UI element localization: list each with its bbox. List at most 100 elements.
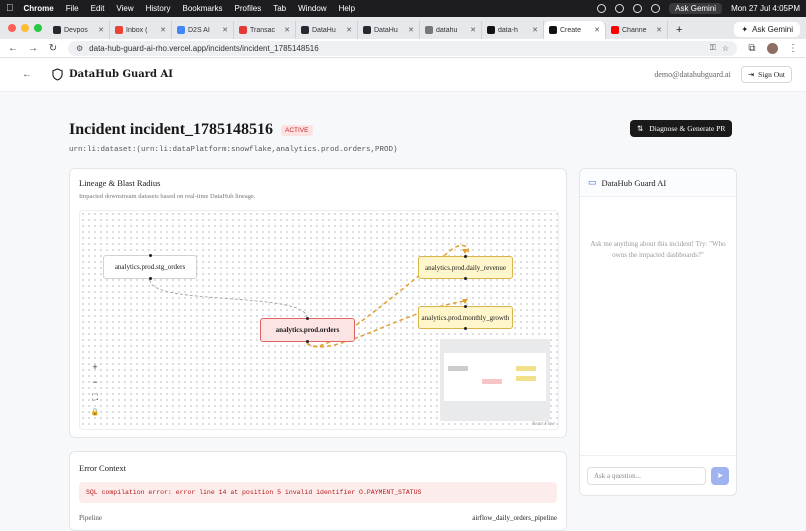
maximize-window-icon[interactable] (34, 24, 42, 32)
browser-tab[interactable]: DataHu ✕ (296, 21, 358, 39)
node-handle[interactable] (464, 255, 467, 258)
close-tab-icon[interactable]: ✕ (594, 26, 600, 34)
favicon-icon (239, 26, 247, 34)
bookmark-star-icon[interactable]: ☆ (722, 44, 729, 53)
node-source[interactable]: analytics.prod.orders (260, 317, 355, 343)
error-message: SQL compilation error: error line 14 at … (79, 482, 557, 503)
close-tab-icon[interactable]: ✕ (222, 26, 228, 34)
browser-tab[interactable]: Devpos ✕ (48, 21, 110, 39)
profile-avatar[interactable] (767, 42, 778, 54)
ask-gemini-menubar[interactable]: Ask Gemini (669, 3, 723, 14)
browser-tab[interactable]: datahu ✕ (420, 21, 482, 39)
node-handle[interactable] (464, 277, 467, 280)
node-upstream[interactable]: analytics.prod.stg_orders (103, 254, 197, 280)
graph-controls: + − ⛶ 🔒 (88, 361, 102, 419)
fit-view-button[interactable]: ⛶ (88, 391, 102, 404)
close-tab-icon[interactable]: ✕ (408, 26, 414, 34)
arrow-revenue-icon (462, 249, 468, 254)
reload-icon[interactable]: ↻ (48, 43, 58, 54)
close-tab-icon[interactable]: ✕ (470, 26, 476, 34)
lineage-graph[interactable]: analytics.prod.stg_orders analytics.prod… (79, 210, 559, 430)
menu-app[interactable]: Chrome (24, 4, 54, 13)
browser-tab[interactable]: Create ✕ (544, 21, 606, 39)
back-arrow-icon[interactable]: ← (22, 69, 32, 80)
favicon-icon (115, 26, 123, 34)
lineage-title: Lineage & Blast Radius (79, 178, 161, 188)
status-icon[interactable] (615, 4, 625, 13)
minimize-window-icon[interactable] (21, 24, 29, 32)
close-window-icon[interactable] (8, 24, 16, 32)
apple-icon[interactable]:  (6, 3, 14, 14)
browser-tab[interactable]: DataHu ✕ (358, 21, 420, 39)
close-tab-icon[interactable]: ✕ (532, 26, 538, 34)
tab-label: datahu (436, 26, 458, 34)
address-bar[interactable]: ⚙ data-hub-guard-ai-rho.vercel.app/incid… (68, 40, 737, 56)
send-button[interactable]: ➤ (711, 466, 729, 485)
node-handle[interactable] (148, 254, 152, 257)
menu-profiles[interactable]: Profiles (235, 4, 262, 13)
minimap-node (516, 376, 536, 381)
extensions-icon[interactable]: ⧉ (747, 43, 757, 54)
more-menu-icon[interactable]: ⋮ (788, 43, 798, 54)
node-handle[interactable] (464, 305, 467, 308)
node-handle[interactable] (306, 317, 309, 320)
node-handle[interactable] (148, 277, 152, 280)
close-tab-icon[interactable]: ✕ (346, 26, 352, 34)
minimap-node (448, 366, 468, 371)
menu-bookmarks[interactable]: Bookmarks (183, 4, 223, 13)
status-icon[interactable] (597, 4, 607, 13)
search-icon[interactable] (651, 4, 661, 13)
node-handle[interactable] (464, 327, 467, 330)
browser-tab[interactable]: data-h ✕ (482, 21, 544, 39)
node-label: analytics.prod.daily_revenue (425, 263, 506, 272)
menu-view[interactable]: View (116, 4, 133, 13)
password-key-icon[interactable]: ⚿ (710, 43, 716, 53)
clock[interactable]: Mon 27 Jul 4:05PM (731, 4, 800, 13)
wifi-icon[interactable] (633, 4, 643, 13)
node-downstream-growth[interactable]: analytics.prod.monthly_growth (418, 305, 513, 330)
edge-stg-to-orders[interactable] (149, 279, 308, 319)
close-tab-icon[interactable]: ✕ (656, 26, 662, 34)
forward-icon[interactable]: → (28, 43, 38, 54)
sparkle-icon: ✦ (741, 25, 749, 34)
menu-history[interactable]: History (146, 4, 171, 13)
tab-list: Devpos ✕ Inbox (✕ D2S AI ✕ Transac ✕ DataHu ✕ Dat… (48, 21, 668, 39)
sign-out-button[interactable]: ⇥ Sign Out (740, 66, 792, 83)
send-icon: ➤ (716, 471, 724, 480)
menu-edit[interactable]: Edit (91, 4, 105, 13)
back-icon[interactable]: ← (8, 43, 18, 54)
zoom-in-button[interactable]: + (88, 361, 102, 374)
browser-tab[interactable]: Inbox (✕ (110, 21, 172, 39)
menu-help[interactable]: Help (339, 4, 355, 13)
tab-label: Channe (622, 26, 647, 34)
chat-panel: ▭ DataHub Guard AI Ask me anything about… (579, 168, 737, 496)
node-handle[interactable] (306, 340, 309, 343)
chat-empty-state: Ask me anything about this incident! Try… (590, 240, 726, 259)
zoom-out-button[interactable]: − (88, 376, 102, 389)
new-tab-button[interactable]: + (668, 21, 690, 39)
minimap[interactable] (440, 339, 550, 421)
lock-button[interactable]: 🔒 (88, 406, 102, 419)
browser-tab[interactable]: Transac ✕ (234, 21, 296, 39)
chat-input[interactable]: Ask a question... (587, 466, 706, 485)
menu-file[interactable]: File (66, 4, 79, 13)
diagnose-label: Diagnose & Generate PR (649, 124, 726, 133)
minimap-node (516, 366, 536, 371)
tab-label: D2S AI (188, 26, 210, 34)
browser-tab[interactable]: D2S AI ✕ (172, 21, 234, 39)
browser-tab[interactable]: Channe ✕ (606, 21, 668, 39)
site-info-icon[interactable]: ⚙ (76, 44, 83, 53)
ask-gemini-button[interactable]: ✦ Ask Gemini (734, 22, 800, 37)
attribution[interactable]: React Flow (532, 422, 555, 427)
tab-label: DataHu (374, 26, 398, 34)
node-downstream-revenue[interactable]: analytics.prod.daily_revenue (418, 255, 513, 280)
close-tab-icon[interactable]: ✕ (98, 26, 104, 34)
brand-title[interactable]: DataHub Guard AI (69, 69, 173, 80)
close-tab-icon[interactable]: ✕ (284, 26, 290, 34)
menu-tab[interactable]: Tab (273, 4, 286, 13)
lineage-subtitle: Impacted downstream datasets based on re… (79, 193, 256, 200)
close-tab-icon[interactable]: ✕ (160, 26, 166, 34)
node-label: analytics.prod.monthly_growth (421, 313, 510, 322)
diagnose-button[interactable]: ⇅ Diagnose & Generate PR (630, 120, 733, 137)
menu-window[interactable]: Window (298, 4, 326, 13)
